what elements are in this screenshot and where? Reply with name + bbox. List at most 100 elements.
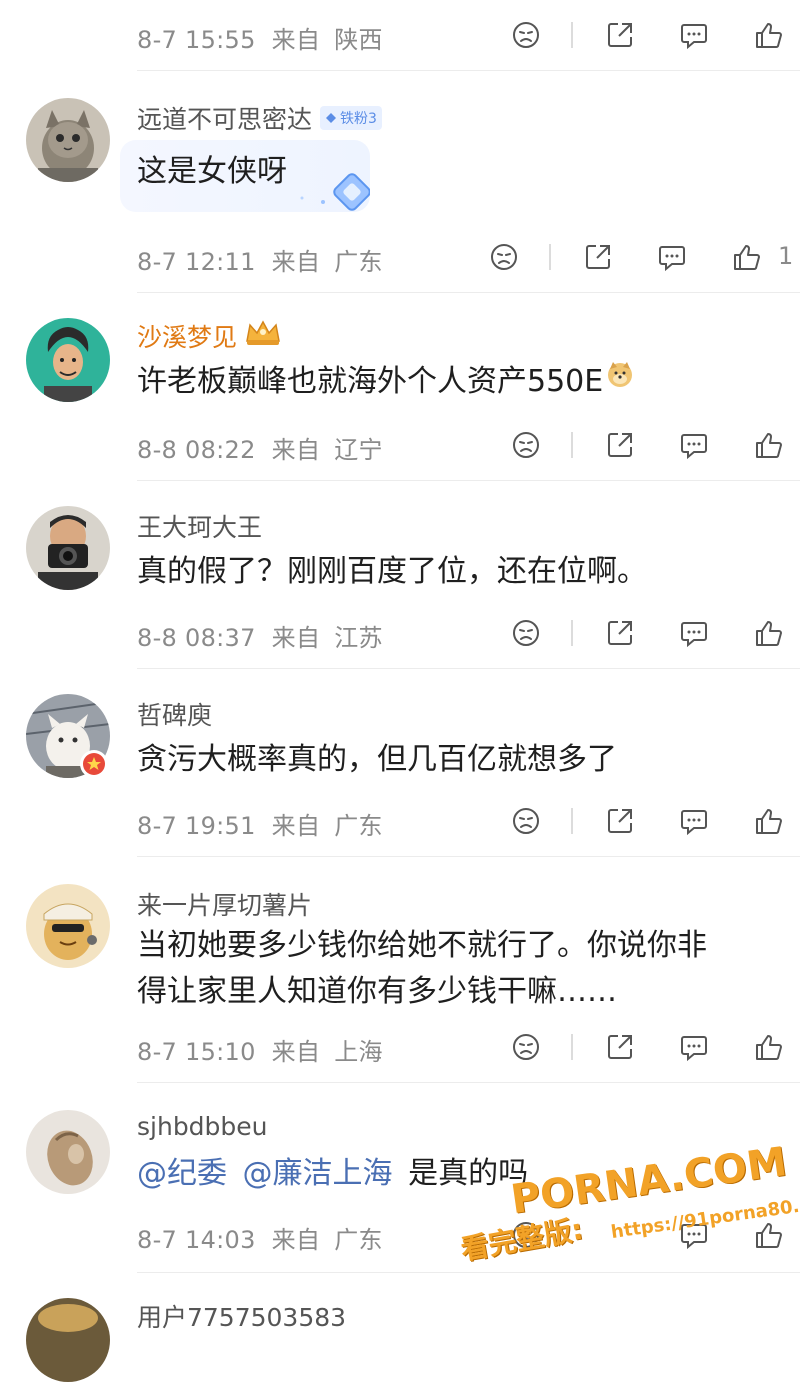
comment-button[interactable] [677, 1218, 711, 1252]
comment-text: 贪污大概率真的，但几百亿就想多了 [137, 742, 617, 777]
comment-text: @纪委 @廉洁上海 是真的吗 [137, 1150, 528, 1198]
comment-button[interactable] [677, 18, 711, 52]
like-button[interactable] [752, 428, 786, 462]
like-thumb-icon [756, 1223, 782, 1249]
avatar-badge [80, 750, 108, 778]
comment-from-label: 来自 [271, 248, 321, 276]
comment-text-line: 得让家里人知道你有多少钱干嘛…… [137, 974, 617, 1009]
like-thumb-icon [756, 809, 782, 835]
comment-time: 8-8 08:37 [137, 624, 256, 652]
repost-icon [608, 809, 632, 833]
comment-region: 广东 [334, 248, 383, 276]
comment-meta: 8-7 14:03 来自 广东 [137, 1220, 383, 1255]
comment-meta: 8-7 15:55 来自 陕西 [137, 20, 383, 55]
comment-username[interactable]: 远道不可思密达 铁粉3 [137, 100, 382, 136]
mention-link[interactable]: @廉洁上海 [243, 1156, 393, 1191]
comment-meta-row: 8-7 12:11 来自 广东 1 [0, 222, 800, 292]
avatar[interactable] [26, 506, 110, 590]
comment-from-label: 来自 [271, 1226, 321, 1254]
avatar[interactable] [26, 318, 110, 402]
comment-button[interactable] [677, 1030, 711, 1064]
comment-meta: 8-8 08:22 来自 辽宁 [137, 430, 383, 465]
dislike-button[interactable] [509, 18, 543, 52]
comment-meta: 8-7 12:11 来自 广东 [137, 242, 383, 277]
repost-icon [586, 245, 610, 269]
comment-icon [681, 622, 707, 648]
comment-meta-row: 8-7 15:10 来自 上海 [0, 1012, 800, 1082]
comment-divider [137, 70, 800, 71]
dislike-button[interactable] [509, 1030, 543, 1064]
comment-icon [659, 246, 685, 272]
action-separator [571, 808, 573, 834]
comment-username[interactable]: sjhbdbbeu [137, 1112, 268, 1141]
comment-username[interactable]: 哲碑庾 [137, 696, 212, 732]
comment-button[interactable] [677, 428, 711, 462]
comment-username[interactable]: 沙溪梦见 [137, 318, 283, 356]
comment-divider [137, 292, 800, 293]
comment-from-label: 来自 [271, 436, 321, 464]
repost-button[interactable] [603, 804, 637, 838]
fan-badge: 铁粉3 [320, 106, 382, 130]
avatar[interactable] [26, 1298, 110, 1382]
like-thumb-icon [734, 245, 760, 271]
comment-icon [681, 434, 707, 460]
comment-username[interactable]: 用户7757503583 [137, 1298, 346, 1334]
dislike-button[interactable] [509, 804, 543, 838]
repost-button[interactable] [581, 240, 615, 274]
dislike-button[interactable] [509, 616, 543, 650]
like-thumb-icon [756, 621, 782, 647]
avatar[interactable] [26, 98, 110, 182]
repost-button[interactable] [603, 18, 637, 52]
comment-icon [681, 24, 707, 50]
like-button[interactable] [752, 1218, 786, 1252]
dislike-button[interactable] [487, 240, 521, 274]
like-button[interactable] [752, 804, 786, 838]
comment-meta-row: 8-7 19:51 来自 广东 [0, 786, 800, 856]
comment-time: 8-7 15:55 [137, 26, 256, 54]
avatar[interactable] [26, 1110, 110, 1194]
like-button[interactable] [752, 616, 786, 650]
dislike-button[interactable] [509, 428, 543, 462]
comment-region: 陕西 [334, 26, 383, 54]
comment-button[interactable] [677, 616, 711, 650]
comment-icon [681, 1224, 707, 1250]
comment-username[interactable]: 王大珂大王 [137, 508, 262, 544]
comment-button[interactable] [655, 240, 689, 274]
repost-button[interactable] [603, 428, 637, 462]
vip-crown-icon [243, 319, 283, 353]
comment-username[interactable]: 来一片厚切薯片 [137, 886, 312, 922]
like-button[interactable] [730, 240, 764, 274]
comment-meta-row: 8-8 08:37 来自 江苏 [0, 598, 800, 668]
action-separator [571, 22, 573, 48]
like-button[interactable] [752, 1030, 786, 1064]
like-thumb-icon [756, 433, 782, 459]
repost-button[interactable] [603, 1030, 637, 1064]
dislike-face-icon [513, 1034, 539, 1060]
dislike-button[interactable] [509, 1218, 543, 1252]
comment-meta: 8-8 08:37 来自 江苏 [137, 618, 383, 653]
repost-icon [608, 23, 632, 47]
like-thumb-icon [756, 23, 782, 49]
comment-divider [137, 668, 800, 669]
comment-icon [681, 810, 707, 836]
mention-link[interactable]: @纪委 [137, 1156, 227, 1191]
repost-button[interactable] [603, 616, 637, 650]
dislike-face-icon [513, 22, 539, 48]
action-separator [571, 620, 573, 646]
action-separator [549, 244, 551, 270]
action-separator [571, 432, 573, 458]
comment-time: 8-8 08:22 [137, 436, 256, 464]
like-thumb-icon [756, 1035, 782, 1061]
comment-text-line: 当初她要多少钱你给她不就行了。你说你非 [137, 928, 707, 963]
diamond-icon [326, 113, 337, 123]
like-button[interactable] [752, 18, 786, 52]
repost-icon [608, 1035, 632, 1059]
dislike-face-icon [491, 244, 517, 270]
like-count: 1 [778, 242, 794, 270]
avatar[interactable] [26, 884, 110, 968]
comment-region: 广东 [334, 1226, 383, 1254]
comment-meta: 8-7 15:10 来自 上海 [137, 1032, 383, 1067]
repost-icon [608, 433, 632, 457]
comment-button[interactable] [677, 804, 711, 838]
dislike-face-icon [513, 620, 539, 646]
